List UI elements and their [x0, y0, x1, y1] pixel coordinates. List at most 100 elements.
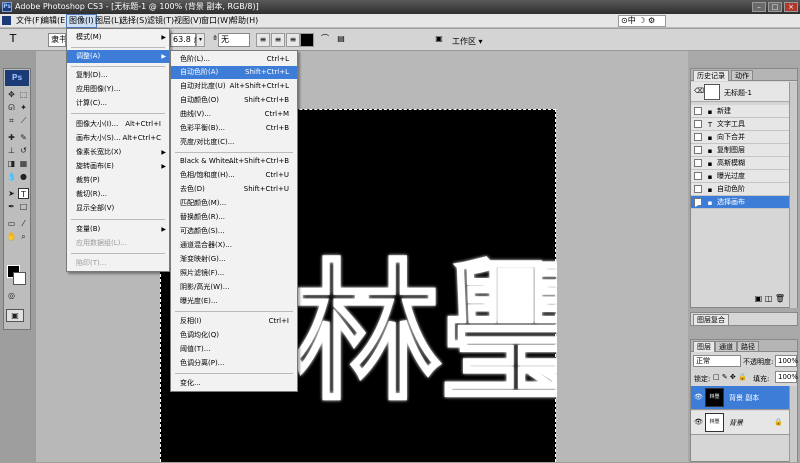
- history-step[interactable]: ▪ 高斯模糊: [691, 157, 789, 170]
- eye-icon[interactable]: 👁: [694, 418, 703, 427]
- notes-tool-icon[interactable]: ▭: [6, 218, 17, 229]
- menu-item-calculations[interactable]: 计算(C)...: [67, 97, 169, 110]
- history-step[interactable]: ▪ 复制图层: [691, 144, 789, 157]
- menu-item-exposure[interactable]: 曝光度(E)...: [171, 295, 297, 308]
- layer-row[interactable]: 👁 林璺 背景 🔒: [691, 411, 789, 435]
- menu-help[interactable]: 帮助(H): [228, 14, 260, 28]
- menu-item-match-color[interactable]: 匹配颜色(M)...: [171, 197, 297, 210]
- menu-item-brightness-contrast[interactable]: 亮度/对比度(C)...: [171, 136, 297, 149]
- align-right-button[interactable]: ≡: [286, 33, 300, 47]
- shape-tool-icon[interactable]: □: [18, 201, 29, 212]
- menu-item-image-size[interactable]: 图像大小(I)... Alt+Ctrl+I: [67, 118, 169, 131]
- history-step[interactable]: ▪ 新建: [691, 105, 789, 118]
- workspace-menu[interactable]: 工作区 ▾: [452, 36, 483, 47]
- tab-paths[interactable]: 路径: [737, 341, 759, 352]
- background-color-swatch[interactable]: [13, 272, 26, 285]
- history-step[interactable]: ▪ 自动色阶: [691, 183, 789, 196]
- palettes-icon[interactable]: ▤: [334, 33, 348, 47]
- menu-item-equalize[interactable]: 色调均化(Q): [171, 329, 297, 342]
- blur-tool-icon[interactable]: 💧: [6, 171, 17, 182]
- dodge-tool-icon[interactable]: ●: [18, 171, 29, 182]
- menu-item-levels[interactable]: 色阶(L)... Ctrl+L: [171, 53, 297, 66]
- lasso-tool-icon[interactable]: ᘏ: [6, 102, 17, 113]
- menu-item-invert[interactable]: 反相(I) Ctrl+I: [171, 315, 297, 328]
- layer-row[interactable]: 👁 林璺 背景 副本: [691, 386, 789, 410]
- menu-item-variables[interactable]: 变量(B) ▶: [67, 223, 169, 236]
- tab-layer-comps[interactable]: 图层复合: [693, 314, 729, 325]
- hand-tool-icon[interactable]: ✋: [6, 231, 17, 242]
- history-snapshot[interactable]: ⌫ 无标题-1: [691, 82, 789, 102]
- menu-item-shadow-highlight[interactable]: 阴影/高光(W)...: [171, 281, 297, 294]
- eye-icon[interactable]: 👁: [694, 393, 703, 402]
- history-step[interactable]: ▪ 向下合并: [691, 131, 789, 144]
- align-center-button[interactable]: ≡: [271, 33, 285, 47]
- font-size-dropdown[interactable]: ▾: [196, 33, 205, 47]
- screen-mode-icon[interactable]: ▣: [6, 309, 24, 322]
- history-scrollbar[interactable]: [789, 82, 797, 308]
- type-tool-icon[interactable]: T: [6, 33, 20, 47]
- opacity-field[interactable]: 100%: [775, 355, 798, 367]
- menu-item-auto-color[interactable]: 自动颜色(O) Shift+Ctrl+B: [171, 94, 297, 107]
- zoom-tool-icon[interactable]: ⌕: [18, 231, 29, 242]
- close-button[interactable]: ×: [784, 2, 798, 12]
- text-color-swatch[interactable]: [300, 33, 314, 47]
- healing-brush-icon[interactable]: ✚: [6, 132, 17, 143]
- menu-item-auto-levels[interactable]: 自动色阶(A) Shift+Ctrl+L: [171, 66, 297, 79]
- blend-mode-select[interactable]: 正常: [693, 355, 741, 367]
- path-selection-icon[interactable]: ➤: [6, 188, 17, 199]
- menu-item-threshold[interactable]: 阈值(T)...: [171, 343, 297, 356]
- layers-scrollbar[interactable]: [789, 386, 797, 462]
- menu-item-mode[interactable]: 模式(M) ▶: [67, 31, 169, 44]
- menu-item-color-balance[interactable]: 色彩平衡(B)... Ctrl+B: [171, 122, 297, 135]
- tab-actions[interactable]: 动作: [731, 70, 753, 81]
- history-brush-icon[interactable]: ↺: [18, 145, 29, 156]
- menu-item-crop[interactable]: 裁剪(P): [67, 174, 169, 187]
- menu-item-channel-mixer[interactable]: 通道混合器(X)...: [171, 239, 297, 252]
- align-left-button[interactable]: ≡: [256, 33, 270, 47]
- menu-item-black-white[interactable]: Black & White... Alt+Shift+Ctrl+B: [171, 155, 297, 168]
- tab-layers[interactable]: 图层: [693, 341, 715, 352]
- menu-item-posterize[interactable]: 色调分离(P)...: [171, 357, 297, 370]
- tab-history[interactable]: 历史记录: [693, 70, 729, 81]
- menu-item-pixel-aspect-ratio[interactable]: 像素长宽比(X) ▶: [67, 146, 169, 159]
- menu-item-auto-contrast[interactable]: 自动对比度(U) Alt+Shift+Ctrl+L: [171, 80, 297, 93]
- menu-item-photo-filter[interactable]: 照片滤镜(F)...: [171, 267, 297, 280]
- document-window-controls[interactable]: [750, 15, 798, 27]
- fill-field[interactable]: 100%: [775, 371, 798, 383]
- menu-item-selective-color[interactable]: 可选颜色(S)...: [171, 225, 297, 238]
- menu-item-hue-saturation[interactable]: 色相/饱和度(H)... Ctrl+U: [171, 169, 297, 182]
- menu-item-trim[interactable]: 裁切(R)...: [67, 188, 169, 201]
- maximize-button[interactable]: □: [768, 2, 782, 12]
- antialias-select[interactable]: 无: [218, 33, 250, 47]
- pen-tool-icon[interactable]: ✒: [6, 201, 17, 212]
- clone-stamp-icon[interactable]: ⊥: [6, 145, 17, 156]
- history-step[interactable]: ▪ 曝光过度: [691, 170, 789, 183]
- minimize-button[interactable]: –: [752, 2, 766, 12]
- file-browser-icon[interactable]: ▣: [432, 33, 446, 47]
- menu-item-curves[interactable]: 曲线(V)... Ctrl+M: [171, 108, 297, 121]
- quick-mask-icon[interactable]: ◎: [6, 290, 17, 301]
- crop-tool-icon[interactable]: ⌗: [6, 115, 17, 126]
- history-panel-buttons[interactable]: ▣ ◫ 🗑: [755, 294, 785, 303]
- marquee-tool-icon[interactable]: ⬚: [18, 89, 29, 100]
- font-size-field[interactable]: 63.8 点: [170, 33, 201, 47]
- tab-channels[interactable]: 通道: [715, 341, 737, 352]
- slice-tool-icon[interactable]: ⟋: [18, 115, 29, 126]
- ime-toolbar[interactable]: ⊙中 ☽ ⚙: [618, 15, 666, 27]
- history-step[interactable]: ▸ ▪ 选择画布: [691, 196, 789, 209]
- eraser-tool-icon[interactable]: ◨: [6, 158, 17, 169]
- gradient-tool-icon[interactable]: ▦: [18, 158, 29, 169]
- history-step[interactable]: T 文字工具: [691, 118, 789, 131]
- type-tool-icon[interactable]: T: [18, 188, 29, 199]
- warp-text-icon[interactable]: ⌒: [318, 33, 332, 47]
- move-tool-icon[interactable]: ✥: [6, 89, 17, 100]
- lock-icons[interactable]: □ ✎ ✥ 🔒: [713, 373, 747, 381]
- menu-item-canvas-size[interactable]: 画布大小(S)... Alt+Ctrl+C: [67, 132, 169, 145]
- app-menu-icon[interactable]: [2, 16, 11, 25]
- menu-item-variations[interactable]: 变化...: [171, 377, 297, 390]
- brush-tool-icon[interactable]: ✎: [18, 132, 29, 143]
- menu-item-replace-color[interactable]: 替换颜色(R)...: [171, 211, 297, 224]
- menu-item-apply-image[interactable]: 应用图像(Y)...: [67, 83, 169, 96]
- eyedropper-tool-icon[interactable]: ⁄: [18, 218, 29, 229]
- menu-item-duplicate[interactable]: 复制(D)...: [67, 69, 169, 82]
